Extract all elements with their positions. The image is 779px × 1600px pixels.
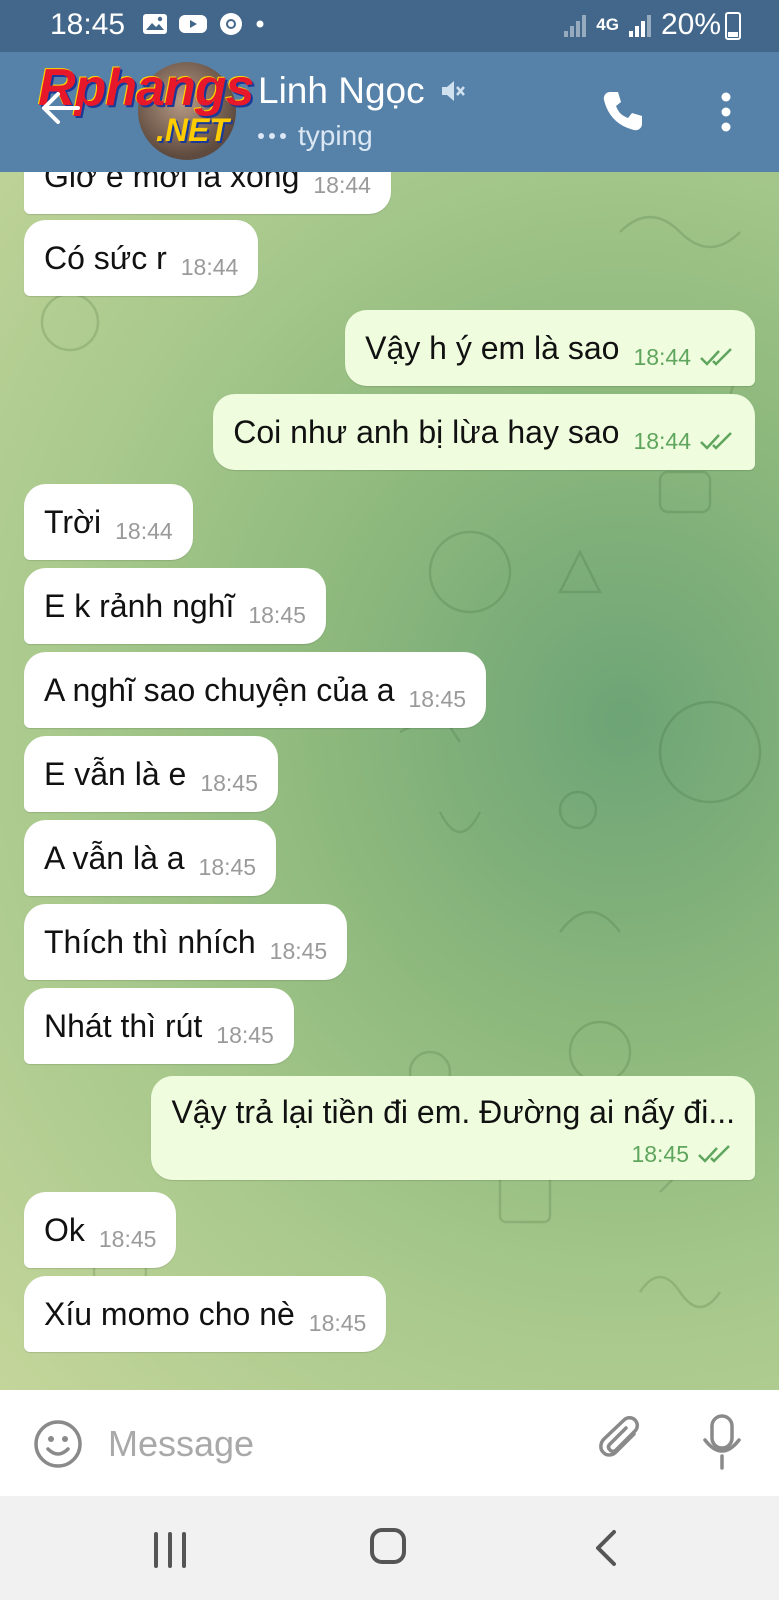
nav-back-icon[interactable] <box>590 1528 620 1568</box>
message-bubble[interactable]: Xíu momo cho nè 18:45 <box>24 1276 387 1352</box>
emoji-icon[interactable] <box>32 1418 84 1470</box>
microphone-icon[interactable] <box>700 1412 744 1472</box>
system-nav-bar <box>0 1496 779 1600</box>
message-meta: 18:45 <box>631 1133 733 1170</box>
chat-name: Linh Ngọc <box>258 70 425 111</box>
message-text: Vậy h ý em là sao <box>365 330 620 366</box>
typing-dots-icon <box>258 133 286 139</box>
message-bubble[interactable]: A nghĩ sao chuyện của a 18:45 <box>24 652 487 728</box>
message-time: 18:45 <box>216 1022 274 1048</box>
message-text: E vẫn là e <box>44 756 187 792</box>
typing-status: typing <box>258 120 373 152</box>
message-time: 18:44 <box>633 428 691 454</box>
message-time: 18:45 <box>269 938 328 964</box>
message-text: Coi như anh bị lừa hay sao <box>233 414 620 450</box>
message-time: 18:45 <box>98 1226 157 1252</box>
message-input[interactable] <box>108 1414 548 1474</box>
chat-title[interactable]: Linh Ngọc <box>258 70 465 112</box>
more-vert-icon[interactable] <box>716 90 736 134</box>
message-time: 18:45 <box>408 686 467 712</box>
status-right: 4G 20% <box>564 8 721 42</box>
chat-area[interactable]: Giờ e mới là xong 18:44 Có sức r 18:44 Vậy… <box>0 172 779 1390</box>
message-time: 18:45 <box>200 770 258 796</box>
message-text: A vẫn là a <box>44 840 185 876</box>
status-time: 18:45 <box>50 8 126 41</box>
message-bubble[interactable]: Giờ e mới là xong 18:44 <box>24 172 391 214</box>
battery-percent: 20% <box>660 8 721 41</box>
message-text: Thích thì nhích <box>44 924 256 960</box>
youtube-icon <box>179 15 207 33</box>
message-text: Trời <box>44 504 102 540</box>
message-time: 18:45 <box>198 854 257 880</box>
message-time: 18:45 <box>631 1141 689 1167</box>
message-text: Ok <box>44 1212 85 1248</box>
message-time: 18:44 <box>633 344 691 370</box>
network-label: 4G <box>596 15 619 34</box>
message-bubble[interactable]: Nhát thì rút 18:45 <box>24 988 294 1064</box>
message-time: 18:44 <box>115 518 173 544</box>
composer-bar <box>0 1390 779 1496</box>
message-bubble[interactable]: Vậy trả lại tiền đi em. Đường ai nấy đi.… <box>151 1076 755 1180</box>
read-ticks-icon <box>700 432 732 450</box>
message-bubble[interactable]: Coi như anh bị lừa hay sao 18:44 <box>213 394 755 470</box>
message-text: Vậy trả lại tiền đi em. Đường ai nấy đi.… <box>171 1094 735 1130</box>
message-bubble[interactable]: Trời 18:44 <box>24 484 193 560</box>
message-bubble[interactable]: Có sức r 18:44 <box>24 220 259 296</box>
attach-icon[interactable] <box>596 1414 648 1470</box>
mute-icon <box>441 81 465 101</box>
notification-icons <box>142 12 266 36</box>
message-time: 18:45 <box>308 1310 367 1336</box>
home-icon[interactable] <box>368 1526 408 1566</box>
message-bubble[interactable]: Ok 18:45 <box>24 1192 177 1268</box>
message-time: 18:44 <box>313 172 371 198</box>
message-text: Xíu momo cho nè <box>44 1296 295 1332</box>
battery-icon <box>725 12 741 40</box>
message-bubble[interactable]: E k rảnh nghĩ 18:45 <box>24 568 326 644</box>
chrome-icon <box>220 13 242 35</box>
message-text: E k rảnh nghĩ <box>44 588 235 624</box>
message-bubble[interactable]: E vẫn là e 18:45 <box>24 736 278 812</box>
message-time: 18:44 <box>180 254 239 280</box>
message-text: Nhát thì rút <box>44 1008 203 1044</box>
message-bubble[interactable]: Vậy h ý em là sao 18:44 <box>345 310 755 386</box>
message-text: Có sức r <box>44 240 167 276</box>
read-ticks-icon <box>698 1145 730 1163</box>
dot-icon <box>256 20 264 28</box>
chat-header: Rphangs .NET Linh Ngọc typing <box>0 52 779 172</box>
message-time: 18:45 <box>248 602 306 628</box>
message-text: Giờ e mới là xong <box>44 172 300 194</box>
message-bubble[interactable]: A vẫn là a 18:45 <box>24 820 277 896</box>
signal-icon <box>628 13 651 37</box>
message-text: A nghĩ sao chuyện của a <box>44 672 395 708</box>
signal-icon <box>564 13 587 37</box>
message-bubble[interactable]: Thích thì nhích 18:45 <box>24 904 348 980</box>
status-bar: 18:45 4G 20% <box>0 0 779 52</box>
back-arrow-icon[interactable] <box>38 86 82 130</box>
image-icon <box>143 14 167 34</box>
watermark-sub: .NET <box>156 112 229 148</box>
status-text: typing <box>298 120 373 151</box>
read-ticks-icon <box>700 348 732 366</box>
recent-apps-icon[interactable] <box>150 1530 190 1570</box>
phone-icon[interactable] <box>600 88 646 134</box>
